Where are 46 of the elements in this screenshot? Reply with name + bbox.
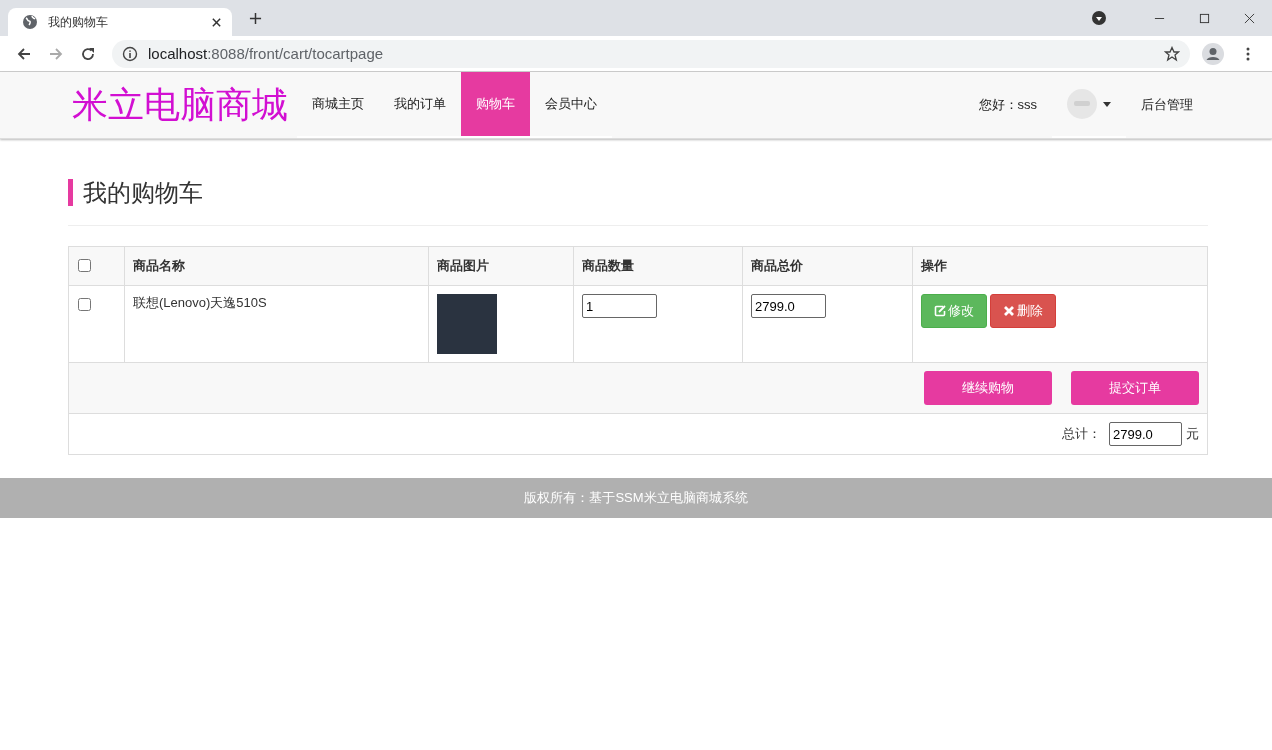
photo-placeholder — [437, 294, 497, 354]
avatar-icon — [1067, 89, 1097, 119]
tab-title: 我的购物车 — [48, 13, 109, 31]
column-header: 操作 — [921, 258, 947, 273]
input-field[interactable]: 2799.0 — [1109, 422, 1182, 446]
nav-tab[interactable]: 商城主页 — [297, 72, 379, 136]
info-icon — [122, 45, 138, 62]
greeting-text: 您好：sss — [978, 96, 1037, 114]
delete-button[interactable]: 删除 — [990, 294, 1056, 328]
copyright-text: 版权所有：基于SSM米立电脑商城系统 — [524, 489, 748, 507]
url-text: localhost:8088/front/cart/tocartpage — [148, 45, 384, 62]
browser-tab[interactable]: 我的购物车 — [8, 8, 232, 36]
site-logo[interactable]: 米立电脑商城 — [72, 72, 288, 138]
plus-icon[interactable] — [249, 11, 262, 25]
globe-icon — [22, 14, 38, 30]
input-field[interactable]: 2799.0 — [751, 294, 826, 318]
page-title: 我的购物车 — [83, 179, 203, 206]
input-field[interactable]: 1 — [582, 294, 657, 318]
star-icon[interactable] — [1164, 45, 1180, 62]
nav-link[interactable]: 后台管理 — [1126, 72, 1208, 138]
caret-icon — [1103, 101, 1111, 107]
nav-tab[interactable]: 我的订单 — [379, 72, 461, 136]
column-header: 商品图片 — [437, 258, 489, 273]
back-arrow-icon[interactable] — [16, 45, 32, 62]
close-icon — [1003, 305, 1015, 317]
column-header: 商品名称 — [133, 258, 185, 273]
close-icon[interactable] — [211, 16, 222, 28]
maximize-icon[interactable] — [1199, 12, 1210, 24]
nav-tab[interactable]: 购物车 — [461, 72, 530, 136]
address-bar[interactable]: localhost:8088/front/cart/tocartpage — [112, 39, 1190, 68]
checkbox[interactable] — [78, 298, 91, 311]
product-name: 联想(Lenovo)天逸510S — [133, 295, 267, 310]
action-button[interactable]: 提交订单 — [1071, 371, 1199, 405]
action-button[interactable]: 继续购物 — [924, 371, 1052, 405]
column-header: 商品数量 — [582, 258, 634, 273]
currency-label: 元 — [1186, 425, 1199, 443]
dropdown-icon[interactable] — [1091, 10, 1107, 26]
accent-bar — [68, 179, 73, 206]
total-label: 总计： — [1062, 425, 1101, 443]
close-icon[interactable] — [1244, 12, 1255, 24]
column-header: 商品总价 — [751, 258, 803, 273]
checkbox[interactable] — [78, 259, 91, 272]
edit-icon — [934, 305, 946, 317]
reload-icon[interactable] — [80, 45, 96, 62]
nav-tab[interactable]: 会员中心 — [530, 72, 612, 136]
profile-icon[interactable] — [1202, 42, 1224, 65]
